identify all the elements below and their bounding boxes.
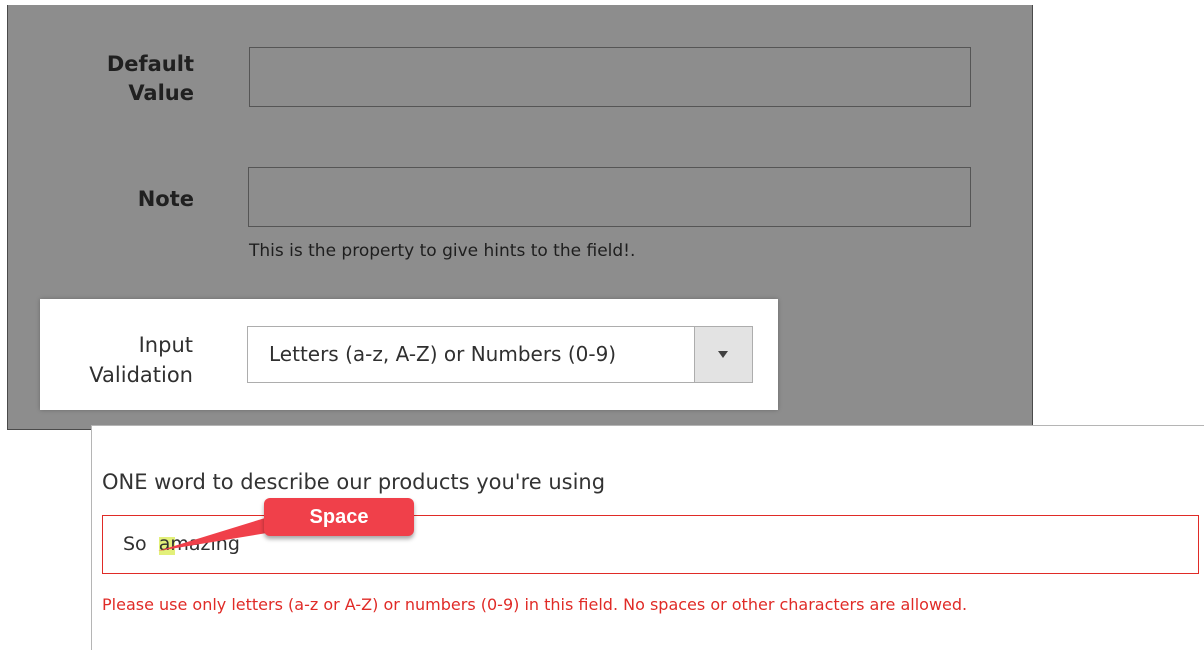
input-validation-select[interactable]: Letters (a-z, A-Z) or Numbers (0-9): [247, 326, 753, 383]
chevron-down-icon: [718, 351, 728, 358]
input-validation-selected-value: Letters (a-z, A-Z) or Numbers (0-9): [269, 342, 617, 366]
space-callout-label: Space: [264, 498, 414, 536]
validation-error-message: Please use only letters (a-z or A-Z) or …: [102, 595, 968, 614]
default-value-input[interactable]: [249, 47, 971, 107]
select-dropdown-button[interactable]: [694, 327, 752, 382]
frontend-form-field: ONE word to describe our products you're…: [91, 425, 1204, 650]
note-input[interactable]: [248, 167, 971, 227]
answer-value: So amazing: [123, 533, 240, 555]
note-label: Note: [137, 187, 194, 211]
question-label: ONE word to describe our products you're…: [102, 470, 606, 494]
note-hint: This is the property to give hints to th…: [249, 241, 636, 261]
input-validation-row: Input Validation Letters (a-z, A-Z) or N…: [40, 299, 778, 410]
input-validation-label: Input Validation: [89, 333, 193, 387]
default-value-label: Default Value: [106, 52, 194, 105]
